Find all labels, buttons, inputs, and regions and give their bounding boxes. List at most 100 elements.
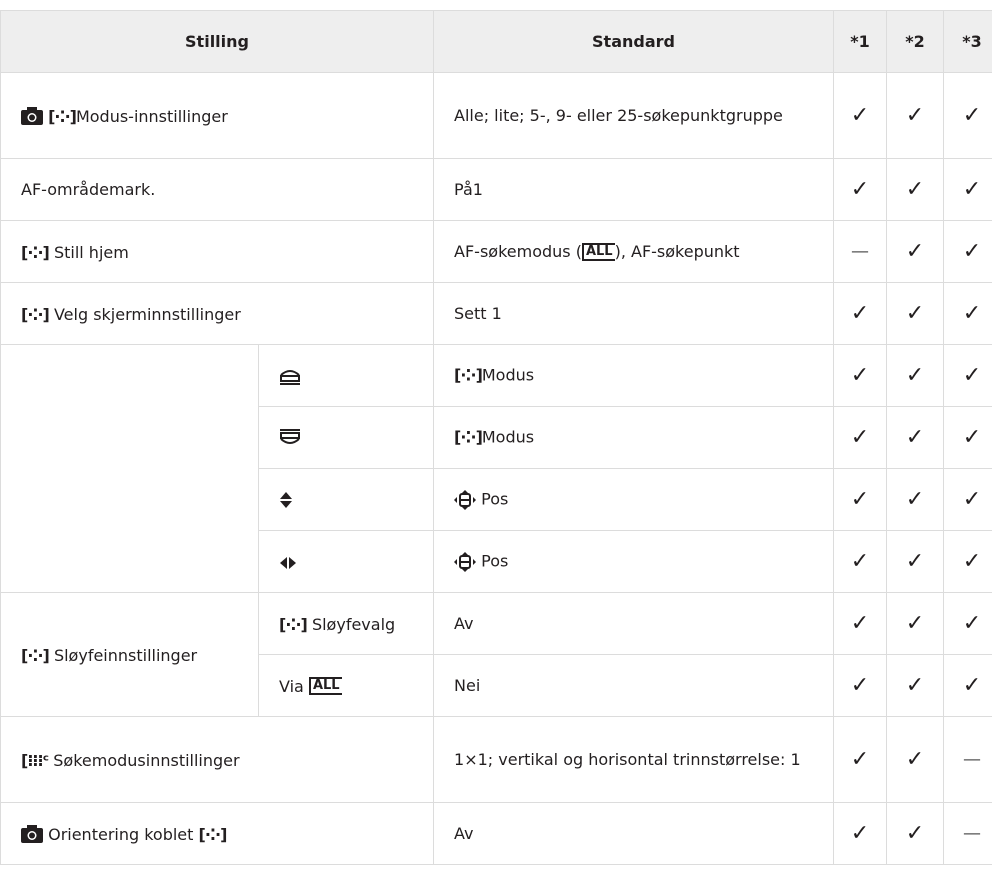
af-target-icon: [·⁚·]	[279, 614, 308, 634]
row-standard: Sett 1	[433, 282, 835, 345]
row-sublabel: [·⁚·] Sløyfevalg	[257, 592, 435, 655]
all-targets-icon: ALL	[581, 243, 615, 261]
check-cell: ✓	[943, 592, 992, 655]
table-row: AF-områdemark. På1 ✓ ✓ ✓	[0, 158, 992, 221]
empty-group-cell	[0, 344, 259, 593]
check-cell: ✓	[943, 158, 992, 221]
settings-table: Stilling Standard *1 *2 *3 [·⁚·]Modus-in…	[0, 10, 992, 865]
check-cell: ✓	[833, 158, 888, 221]
check-cell: ✓	[833, 468, 888, 531]
header-star3: *3	[943, 10, 992, 73]
row-standard: AF-søkemodus (ALL), AF-søkepunkt	[433, 220, 835, 283]
header-stilling: Stilling	[0, 10, 435, 73]
row-standard: Pos	[433, 530, 835, 593]
row-standard: På1	[433, 158, 835, 221]
row-label: [·⁚·]Modus-innstillinger	[0, 72, 435, 159]
check-cell: ✓	[833, 406, 888, 469]
check-cell: ✓	[833, 654, 888, 717]
multi-selector-icon	[454, 489, 477, 510]
standard-text: Pos	[481, 489, 509, 509]
af-target-icon: [·⁚·]	[454, 427, 483, 447]
check-cell: ✓	[833, 344, 888, 407]
check-cell: —	[943, 802, 992, 865]
check-cell: ✓	[886, 802, 945, 865]
af-target-icon: [·⁚·]	[198, 824, 228, 844]
camera-icon	[21, 107, 43, 125]
check-cell: ✓	[833, 282, 888, 345]
standard-text: Pos	[481, 551, 509, 571]
check-cell: ✓	[886, 592, 945, 655]
standard-prefix: AF-søkemodus (	[454, 241, 582, 261]
table-row: [·⁚·] Sløyfeinnstillinger [·⁚·] Sløyfeva…	[0, 592, 992, 717]
check-cell: —	[943, 716, 992, 803]
left-right-arrows-icon	[280, 556, 296, 569]
check-cell: ✓	[833, 716, 888, 803]
row-standard: Av	[433, 592, 835, 655]
row-label-text: Still hjem	[53, 242, 129, 262]
sublabel-text: Via	[279, 676, 304, 696]
check-cell: ✓	[886, 72, 945, 159]
af-target-icon: [·⁚·]	[454, 365, 483, 385]
af-target-icon: [·⁚·]	[21, 645, 50, 665]
row-label-text: Orientering koblet	[48, 824, 194, 844]
af-target-icon: [·⁚·]	[21, 304, 50, 324]
check-cell: ✓	[886, 406, 945, 469]
row-subicon	[257, 468, 435, 531]
row-standard: Alle; lite; 5-, 9- eller 25-søkepunktgru…	[433, 72, 835, 159]
af-target-icon: [·⁚·]	[48, 106, 77, 126]
check-cell: ✓	[943, 654, 992, 717]
row-standard: Av	[433, 802, 835, 865]
check-cell: ✓	[833, 592, 888, 655]
header-star2: *2	[886, 10, 945, 73]
check-cell: ✓	[943, 468, 992, 531]
row-label: AF-områdemark.	[0, 158, 435, 221]
check-cell: ✓	[886, 530, 945, 593]
table-row: [⁝⁝⁝ᶜ Søkemodusinnstillinger 1×1; vertik…	[0, 716, 992, 803]
table-row: [·⁚·]Modus-innstillinger Alle; lite; 5-,…	[0, 72, 992, 159]
row-label: [·⁚·] Sløyfeinnstillinger	[0, 592, 259, 717]
row-subicon	[257, 530, 435, 593]
check-cell: ✓	[943, 530, 992, 593]
check-cell: ✓	[886, 468, 945, 531]
row-label-text: Modus-innstillinger	[75, 106, 228, 126]
search-mode-icon: [⁝⁝⁝ᶜ	[21, 750, 49, 770]
standard-text: Modus	[481, 365, 535, 385]
check-cell: ✓	[943, 344, 992, 407]
check-cell: ✓	[886, 344, 945, 407]
row-standard: [·⁚·]Modus	[433, 344, 835, 407]
header-standard: Standard	[433, 10, 835, 73]
row-subicon	[257, 344, 435, 407]
table-row: [·⁚·] Velg skjerminnstillinger Sett 1 ✓ …	[0, 282, 992, 345]
all-targets-icon: ALL	[308, 677, 342, 695]
row-standard: Pos	[433, 468, 835, 531]
row-standard: Nei	[433, 654, 835, 717]
check-cell: ✓	[833, 802, 888, 865]
row-label: [·⁚·] Velg skjerminnstillinger	[0, 282, 435, 345]
row-label-text: Velg skjerminnstillinger	[53, 304, 241, 324]
table-row: Orientering koblet [·⁚·] Av ✓ ✓ —	[0, 802, 992, 865]
check-cell: ✓	[943, 282, 992, 345]
multi-selector-icon	[454, 551, 477, 572]
front-dial-icon	[280, 370, 300, 386]
check-cell: —	[833, 220, 888, 283]
check-cell: ✓	[886, 282, 945, 345]
rear-dial-icon	[280, 429, 300, 445]
row-label: Orientering koblet [·⁚·]	[0, 802, 435, 865]
check-cell: ✓	[886, 716, 945, 803]
row-label-text: Sløyfeinnstillinger	[53, 645, 198, 665]
check-cell: ✓	[833, 72, 888, 159]
row-label: [⁝⁝⁝ᶜ Søkemodusinnstillinger	[0, 716, 435, 803]
header-star1: *1	[833, 10, 888, 73]
check-cell: ✓	[943, 406, 992, 469]
table-header-row: Stilling Standard *1 *2 *3	[0, 10, 992, 73]
check-cell: ✓	[833, 530, 888, 593]
up-down-arrows-icon	[280, 492, 292, 509]
row-label-text: Søkemodusinnstillinger	[53, 750, 240, 770]
sublabel-text: Sløyfevalg	[311, 614, 396, 634]
check-cell: ✓	[943, 72, 992, 159]
row-standard: 1×1; vertikal og horisontal trinnstørrel…	[433, 716, 835, 803]
af-target-icon: [·⁚·]	[21, 242, 50, 262]
standard-suffix: ), AF-søkepunkt	[614, 241, 740, 261]
check-cell: ✓	[886, 654, 945, 717]
camera-icon	[21, 825, 43, 843]
